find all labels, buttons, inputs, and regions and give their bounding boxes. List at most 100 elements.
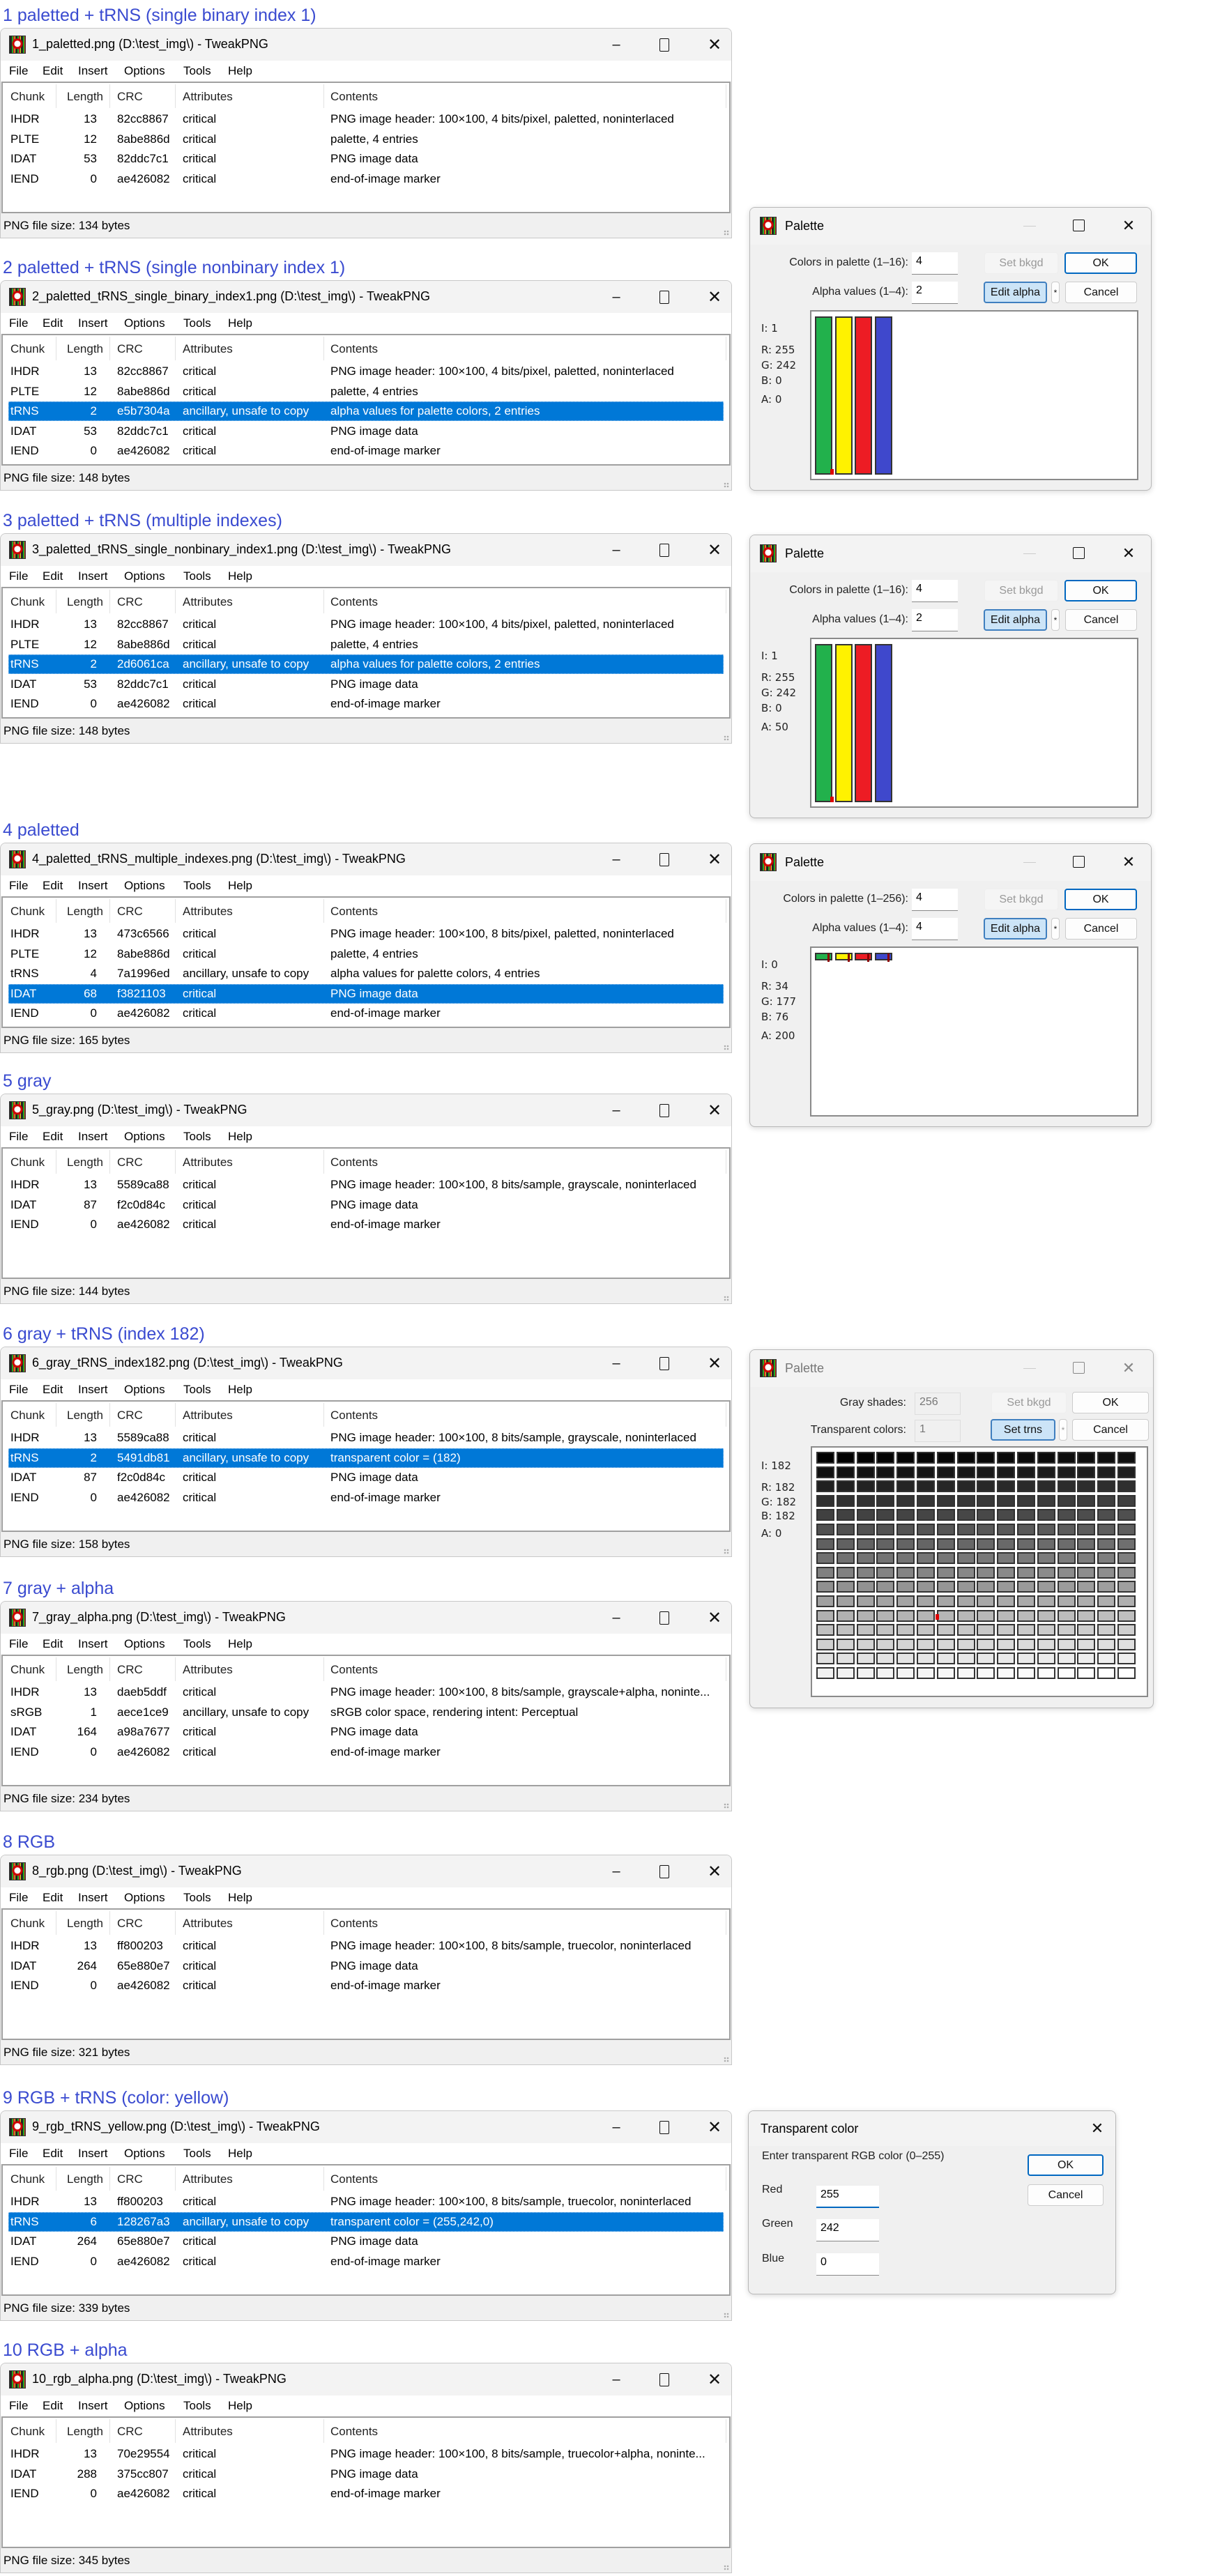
gray-swatch[interactable]	[1057, 1524, 1076, 1535]
gray-swatch[interactable]	[997, 1538, 1016, 1550]
gray-swatch[interactable]	[977, 1494, 995, 1507]
chunk-row[interactable]: IEND 0 ae426082 critical end-of-image marker	[8, 694, 724, 714]
gray-swatch[interactable]	[1017, 1452, 1035, 1464]
gray-swatch[interactable]	[997, 1509, 1016, 1521]
gray-swatch[interactable]	[836, 1452, 855, 1464]
menu-insert[interactable]: Insert	[78, 1130, 108, 1144]
gray-swatch[interactable]	[896, 1452, 915, 1464]
gray-swatch[interactable]	[997, 1581, 1016, 1593]
chunk-list[interactable]: Chunk Length CRC Attributes Contents IHDR 13 82…	[1, 587, 731, 719]
gray-swatch[interactable]	[1037, 1494, 1055, 1507]
minimize-button[interactable]: –	[606, 849, 627, 870]
menu-help[interactable]: Help	[228, 1637, 252, 1651]
chunk-row[interactable]: tRNS 2 e5b7304a ancillary, unsafe to copy al…	[8, 401, 724, 422]
gray-swatch[interactable]	[936, 1595, 955, 1607]
gray-swatch[interactable]	[836, 1466, 855, 1478]
column-header-chunk[interactable]: Chunk	[10, 1156, 45, 1170]
gray-swatch[interactable]	[936, 1538, 955, 1550]
ok-button[interactable]: OK	[1064, 889, 1137, 910]
gray-swatch[interactable]	[816, 1480, 834, 1493]
gray-swatch[interactable]	[1097, 1581, 1116, 1593]
gray-swatch[interactable]	[836, 1667, 855, 1679]
gray-swatch[interactable]	[977, 1538, 995, 1550]
gray-swatch[interactable]	[876, 1581, 895, 1593]
gray-swatch[interactable]	[997, 1480, 1016, 1493]
chunk-row[interactable]: IDAT 264 65e880e7 critical PNG image data	[8, 2232, 724, 2251]
gray-swatch[interactable]	[1037, 1667, 1055, 1679]
gray-swatch[interactable]	[1017, 1609, 1035, 1622]
gray-swatch[interactable]	[956, 1638, 975, 1650]
gray-swatch[interactable]	[836, 1552, 855, 1565]
gray-swatch[interactable]	[896, 1466, 915, 1478]
resize-grip[interactable]	[724, 1549, 729, 1554]
menu-insert[interactable]: Insert	[78, 2399, 108, 2413]
resize-grip[interactable]	[724, 230, 729, 236]
palette-swatch[interactable]	[834, 644, 853, 802]
menu-edit[interactable]: Edit	[43, 64, 63, 78]
menu-file[interactable]: File	[9, 64, 28, 78]
close-button[interactable]: ✕	[704, 1861, 725, 1882]
chunk-row[interactable]: PLTE 12 8abe886d critical palette, 4 entries	[8, 944, 724, 964]
column-header-length[interactable]: Length	[67, 342, 103, 356]
ok-button[interactable]: OK	[1064, 580, 1137, 601]
title-bar[interactable]: 7_gray_alpha.png (D:\test_img\) - TweakP…	[1, 1602, 731, 1634]
gray-swatch[interactable]	[1117, 1566, 1136, 1579]
gray-swatch[interactable]	[896, 1653, 915, 1665]
gray-swatch[interactable]	[956, 1609, 975, 1622]
palette-swatch[interactable]	[834, 316, 853, 475]
gray-swatch[interactable]	[977, 1653, 995, 1665]
gray-swatch[interactable]	[1117, 1581, 1136, 1593]
column-divider[interactable]	[323, 1150, 324, 1174]
gray-swatch[interactable]	[896, 1566, 915, 1579]
column-header-length[interactable]: Length	[67, 1663, 103, 1677]
gray-swatch[interactable]	[997, 1452, 1016, 1464]
gray-swatch[interactable]	[1077, 1624, 1096, 1636]
gray-swatch[interactable]	[1037, 1624, 1055, 1636]
gray-swatch[interactable]	[856, 1595, 875, 1607]
gray-swatch[interactable]	[876, 1653, 895, 1665]
column-header-chunk[interactable]: Chunk	[10, 595, 45, 609]
gray-swatch[interactable]	[956, 1667, 975, 1679]
gray-swatch[interactable]	[1097, 1524, 1116, 1535]
gray-swatch[interactable]	[816, 1653, 834, 1665]
gray-swatch[interactable]	[1037, 1480, 1055, 1493]
gray-swatch[interactable]	[1057, 1667, 1076, 1679]
gray-swatch[interactable]	[1097, 1452, 1116, 1464]
column-header-crc[interactable]: CRC	[117, 1917, 143, 1931]
menu-edit[interactable]: Edit	[43, 1637, 63, 1651]
column-header-crc[interactable]: CRC	[117, 1156, 143, 1170]
column-header-chunk[interactable]: Chunk	[10, 2425, 45, 2439]
title-bar[interactable]: 4_paletted_tRNS_multiple_indexes.png (D:…	[1, 843, 731, 875]
gray-swatch[interactable]	[1117, 1667, 1136, 1679]
gray-swatch[interactable]	[856, 1538, 875, 1550]
palette-canvas[interactable]	[810, 310, 1138, 480]
gray-swatch[interactable]	[1017, 1638, 1035, 1650]
column-divider[interactable]	[323, 84, 324, 108]
minimize-button[interactable]: –	[606, 1100, 627, 1121]
ok-button[interactable]: OK	[1064, 252, 1137, 274]
chunk-row[interactable]: PLTE 12 8abe886d critical palette, 4 entries	[8, 635, 724, 654]
resize-grip[interactable]	[724, 482, 729, 488]
gray-swatch[interactable]	[1017, 1566, 1035, 1579]
gray-swatch[interactable]	[1117, 1509, 1136, 1521]
menu-help[interactable]: Help	[228, 2399, 252, 2413]
close-button[interactable]: ✕	[1118, 543, 1139, 564]
column-header-contents[interactable]: Contents	[330, 342, 378, 356]
maximize-button[interactable]	[654, 2117, 675, 2138]
column-header-length[interactable]: Length	[67, 90, 103, 104]
gray-swatch[interactable]	[917, 1452, 935, 1464]
gray-swatch[interactable]	[1037, 1538, 1055, 1550]
close-button[interactable]: ✕	[704, 34, 725, 55]
column-divider[interactable]	[109, 1657, 110, 1681]
menu-tools[interactable]: Tools	[183, 2399, 211, 2413]
gray-swatch[interactable]	[1097, 1509, 1116, 1521]
gray-swatch[interactable]	[956, 1595, 975, 1607]
column-header-chunk[interactable]: Chunk	[10, 2172, 45, 2186]
dialog-title-bar[interactable]: Transparent color ✕	[749, 2111, 1115, 2146]
menu-tools[interactable]: Tools	[183, 2147, 211, 2161]
gray-swatch[interactable]	[936, 1609, 955, 1622]
menu-options[interactable]: Options	[124, 2147, 165, 2161]
red-input[interactable]: 255	[816, 2186, 879, 2208]
column-divider[interactable]	[323, 2167, 324, 2191]
gray-swatch[interactable]	[856, 1624, 875, 1636]
